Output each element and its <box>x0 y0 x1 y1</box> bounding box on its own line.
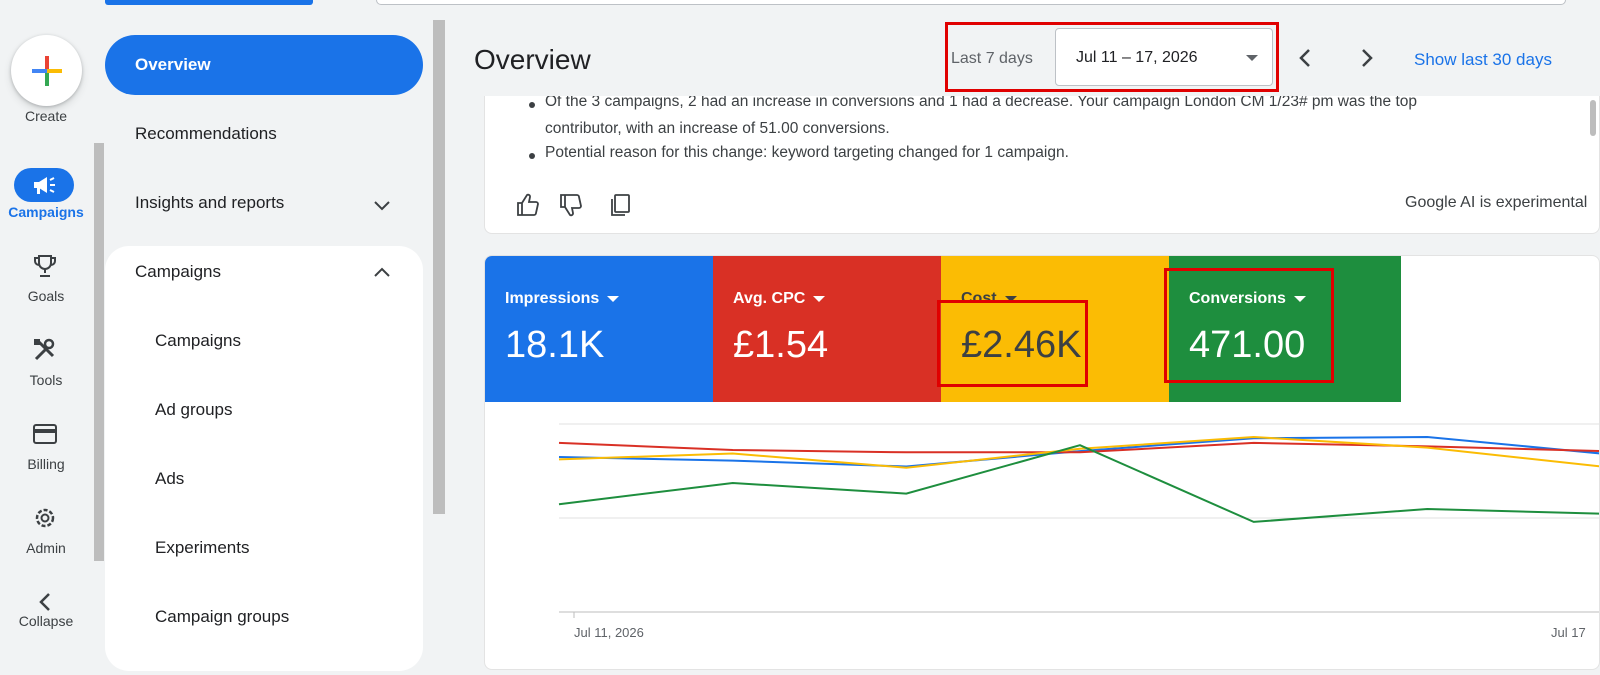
metric-value: 18.1K <box>505 324 605 366</box>
thumbs-up-icon[interactable] <box>515 192 541 218</box>
chevron-left-icon <box>39 593 50 611</box>
insight-line-2: contributor, with an increase of 51.00 c… <box>545 120 890 137</box>
metric-label: Avg. CPC <box>733 290 826 308</box>
thumbs-down-icon[interactable] <box>558 192 584 218</box>
insight-line-3: Potential reason for this change: keywor… <box>545 144 1069 161</box>
chevron-up-icon[interactable] <box>370 260 394 284</box>
create-label: Create <box>24 108 68 124</box>
chevron-right-icon <box>1362 49 1373 67</box>
ai-insight-card: Of the 3 campaigns, 2 had an increase in… <box>484 96 1600 234</box>
nav-item-recommendations[interactable]: Recommendations <box>135 124 277 144</box>
nav-subitem-ad-groups[interactable]: Ad groups <box>155 400 233 420</box>
rail-item-campaigns[interactable] <box>14 168 74 202</box>
top-search-bar[interactable] <box>376 0 1566 5</box>
next-period-button[interactable] <box>1355 44 1379 72</box>
show-last-30-days-link[interactable]: Show last 30 days <box>1414 50 1552 70</box>
rail-label-tools: Tools <box>29 372 63 388</box>
nav-subitem-experiments[interactable]: Experiments <box>155 538 249 558</box>
insight-line-1: Of the 3 campaigns, 2 had an increase in… <box>545 96 1418 110</box>
nav-item-insights-reports[interactable]: Insights and reports <box>135 193 284 213</box>
rail-label-billing: Billing <box>27 456 65 472</box>
nav-scrollbar[interactable] <box>433 20 445 514</box>
bullet <box>529 102 535 108</box>
rail-item-admin[interactable] <box>27 500 63 536</box>
rail-item-billing[interactable] <box>27 416 63 452</box>
plus-icon <box>31 55 62 86</box>
bullet <box>529 153 535 159</box>
series-layer <box>558 435 1599 523</box>
create-button[interactable] <box>11 35 82 106</box>
tools-icon <box>34 338 55 361</box>
rail-label-admin: Admin <box>26 540 66 556</box>
rail-item-goals[interactable] <box>27 248 63 284</box>
nav-subitem-ads[interactable]: Ads <box>155 469 184 489</box>
chevron-down-icon[interactable] <box>370 193 394 217</box>
rail-scrollbar[interactable] <box>94 143 104 561</box>
copy-icon[interactable] <box>607 192 633 218</box>
rail-label-campaigns: Campaigns <box>8 204 84 220</box>
credit-card-icon <box>33 424 57 444</box>
chevron-left-icon <box>1299 49 1310 67</box>
caret-down-icon <box>607 295 620 302</box>
highlight-cost <box>937 300 1088 387</box>
side-navigation: Overview Recommendations Insights and re… <box>105 0 425 675</box>
nav-item-overview[interactable]: Overview <box>105 35 423 95</box>
nav-subitem-campaigns[interactable]: Campaigns <box>155 331 241 351</box>
navigation-rail: Create Campaigns Goals Tools Billing Adm… <box>0 0 104 675</box>
highlight-conversions <box>1164 268 1334 383</box>
metric-value: £1.54 <box>733 324 829 366</box>
performance-card: Impressions 18.1K Avg. CPC £1.54 Cost £2… <box>484 255 1600 670</box>
page-title: Overview <box>474 44 591 75</box>
x-tick-end: Jul 17 <box>1551 625 1586 640</box>
rail-item-tools[interactable] <box>27 332 63 368</box>
trophy-icon <box>34 255 56 277</box>
rail-label-goals: Goals <box>27 288 65 304</box>
caret-down-icon <box>813 295 826 302</box>
x-tick-start: Jul 11, 2026 <box>574 625 644 640</box>
previous-period-button[interactable] <box>1293 44 1317 72</box>
rail-label-collapse: Collapse <box>18 613 74 629</box>
performance-line-chart: Jul 11, 2026 Jul 17 <box>558 423 1599 640</box>
metric-label: Impressions <box>505 290 620 308</box>
nav-item-campaigns[interactable]: Campaigns <box>135 262 221 282</box>
metric-tile-avg-cpc[interactable]: Avg. CPC £1.54 <box>713 256 945 402</box>
page-scrollbar[interactable] <box>1590 100 1596 136</box>
ai-experimental-note: Google AI is experimental <box>1405 194 1588 211</box>
gear-icon <box>35 508 55 528</box>
megaphone-icon <box>34 177 55 194</box>
metric-tile-impressions[interactable]: Impressions 18.1K <box>485 256 717 402</box>
highlight-date-range <box>945 22 1279 92</box>
nav-subitem-campaign-groups[interactable]: Campaign groups <box>155 607 289 627</box>
series-line-3 <box>558 444 1599 523</box>
